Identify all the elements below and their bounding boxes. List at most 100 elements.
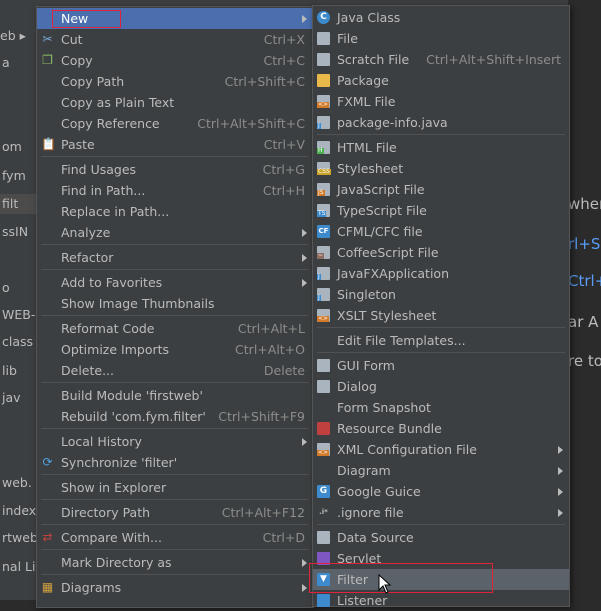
project-tree-item[interactable]: lib xyxy=(0,361,40,381)
menu-separator xyxy=(317,524,565,525)
menu-item-add-to-favorites[interactable]: Add to Favorites xyxy=(37,272,313,293)
submenu-item-google-guice[interactable]: G Google Guice xyxy=(313,481,569,502)
menu-item-find-in-path[interactable]: Find in Path... Ctrl+H xyxy=(37,180,313,201)
project-tree-item[interactable]: a xyxy=(0,53,40,73)
menu-item-delete[interactable]: Delete... Delete xyxy=(37,360,313,381)
scratch-file-icon xyxy=(317,53,330,66)
submenu-item-dialog[interactable]: Dialog xyxy=(313,376,569,397)
submenu-item-singleton[interactable]: J Singleton xyxy=(313,284,569,305)
submenu-item-diagram[interactable]: Diagram xyxy=(313,460,569,481)
menu-item-refactor[interactable]: Refactor xyxy=(37,247,313,268)
submenu-item-xml-configuration-file[interactable]: <> XML Configuration File xyxy=(313,439,569,460)
project-tree-item[interactable]: om xyxy=(0,137,40,157)
submenu-item-resource-bundle[interactable]: Resource Bundle xyxy=(313,418,569,439)
project-tree-item[interactable]: ssIN xyxy=(0,222,40,242)
menu-item-analyze[interactable]: Analyze xyxy=(37,222,313,243)
menu-item-show-in-explorer[interactable]: Show in Explorer xyxy=(37,477,313,498)
paste-icon: 📋 xyxy=(41,137,56,151)
menu-item-new[interactable]: New xyxy=(37,8,313,29)
submenu-item-form-snapshot[interactable]: Form Snapshot xyxy=(313,397,569,418)
menu-separator xyxy=(41,382,309,383)
project-tree-item[interactable]: class xyxy=(0,332,40,352)
submenu-item-coffeescript-file[interactable]: ~ CoffeeScript File xyxy=(313,242,569,263)
menu-separator xyxy=(41,244,309,245)
menu-item-diagrams[interactable]: ▦ Diagrams xyxy=(37,577,313,598)
menu-item-mark-directory-as[interactable]: Mark Directory as xyxy=(37,552,313,573)
submenu-arrow-icon xyxy=(302,584,307,592)
submenu-item-label: CoffeeScript File xyxy=(337,245,439,260)
submenu-item-typescript-file[interactable]: TS TypeScript File xyxy=(313,200,569,221)
submenu-item-label: Stylesheet xyxy=(337,161,404,176)
submenu-item-label: FXML File xyxy=(337,94,396,109)
servlet-icon xyxy=(317,552,330,565)
submenu-item-edit-file-templates[interactable]: Edit File Templates... xyxy=(313,330,569,351)
menu-item-build-module-firstweb[interactable]: Build Module 'firstweb' xyxy=(37,385,313,406)
menu-item-label: Optimize Imports xyxy=(61,342,170,357)
menu-item-copy-reference[interactable]: Copy Reference Ctrl+Alt+Shift+C xyxy=(37,113,313,134)
menu-item-synchronize-filter[interactable]: ⟳ Synchronize 'filter' xyxy=(37,452,313,473)
menu-item-copy[interactable]: ❐ Copy Ctrl+C xyxy=(37,50,313,71)
menu-item-label: Build Module 'firstweb' xyxy=(61,388,203,403)
submenu-item-label: .ignore file xyxy=(337,505,404,520)
submenu-item-data-source[interactable]: Data Source xyxy=(313,527,569,548)
menu-item-copy-path[interactable]: Copy Path Ctrl+Shift+C xyxy=(37,71,313,92)
project-tree-item[interactable]: jav xyxy=(0,388,40,408)
submenu-item-html-file[interactable]: H HTML File xyxy=(313,137,569,158)
project-tree-item[interactable]: fym xyxy=(0,166,40,186)
project-tree-item[interactable]: filt xyxy=(0,194,40,214)
project-tree-item[interactable]: eb ▸ xyxy=(0,26,40,46)
menu-item-show-image-thumbnails[interactable]: Show Image Thumbnails xyxy=(37,293,313,314)
submenu-item-listener[interactable]: Listener xyxy=(313,590,569,611)
submenu-item-file[interactable]: File xyxy=(313,28,569,49)
project-tree-item[interactable]: nal Lib xyxy=(0,557,40,577)
submenu-item-label: Filter xyxy=(337,572,368,587)
submenu-item-javafxapplication[interactable]: J JavaFXApplication xyxy=(313,263,569,284)
submenu-item-servlet[interactable]: Servlet xyxy=(313,548,569,569)
editor-area: wher rl+S Ctrl+ ar A re to xyxy=(568,0,601,600)
stylesheet-icon: CSS xyxy=(317,162,331,175)
project-tree-item[interactable]: WEB-IN xyxy=(0,305,40,325)
submenu-item-label: XML Configuration File xyxy=(337,442,477,457)
menu-separator xyxy=(41,549,309,550)
submenu-item-javascript-file[interactable]: JS JavaScript File xyxy=(313,179,569,200)
menu-item-label: Paste xyxy=(61,137,95,152)
menu-item-cut[interactable]: ✂ Cut Ctrl+X xyxy=(37,29,313,50)
submenu-item-fxml-file[interactable]: <> FXML File xyxy=(313,91,569,112)
menu-item-compare-with[interactable]: ⇄ Compare With... Ctrl+D xyxy=(37,527,313,548)
menu-item-local-history[interactable]: Local History xyxy=(37,431,313,452)
menu-item-rebuild-com-fym-filter[interactable]: Rebuild 'com.fym.filter' Ctrl+Shift+F9 xyxy=(37,406,313,427)
submenu-item-ignore-file[interactable]: .i* .ignore file xyxy=(313,502,569,523)
submenu-item-package[interactable]: Package xyxy=(313,70,569,91)
submenu-item-cfml-cfc-file[interactable]: CF CFML/CFC file xyxy=(313,221,569,242)
editor-text-fragment: re to xyxy=(568,352,601,370)
menu-item-reformat-code[interactable]: Reformat Code Ctrl+Alt+L xyxy=(37,318,313,339)
submenu-item-package-info-java[interactable]: Jpackage-info.java xyxy=(313,112,569,133)
submenu-item-scratch-file[interactable]: Scratch File Ctrl+Alt+Shift+Insert xyxy=(313,49,569,70)
diagram-icon: ▦ xyxy=(41,580,54,594)
menu-item-paste[interactable]: 📋 Paste Ctrl+V xyxy=(37,134,313,155)
submenu-item-label: Edit File Templates... xyxy=(337,333,466,348)
menu-separator xyxy=(41,524,309,525)
submenu-item-filter[interactable]: ▼ Filter xyxy=(313,569,569,590)
submenu-item-label: HTML File xyxy=(337,140,397,155)
gui-form-icon xyxy=(317,359,330,372)
menu-item-find-usages[interactable]: Find Usages Ctrl+G xyxy=(37,159,313,180)
project-tree-item[interactable]: rtweb.i xyxy=(0,528,40,548)
menu-item-replace-in-path[interactable]: Replace in Path... xyxy=(37,201,313,222)
project-tree-item[interactable]: web. xyxy=(0,473,40,493)
menu-item-directory-path[interactable]: Directory Path Ctrl+Alt+F12 xyxy=(37,502,313,523)
submenu-item-java-class[interactable]: C Java Class xyxy=(313,7,569,28)
project-tree-item[interactable]: index.js xyxy=(0,501,40,521)
submenu-item-gui-form[interactable]: GUI Form xyxy=(313,355,569,376)
submenu-item-label: TypeScript File xyxy=(337,203,427,218)
menu-item-copy-as-plain-text[interactable]: Copy as Plain Text xyxy=(37,92,313,113)
submenu-item-xslt-stylesheet[interactable]: <> XSLT Stylesheet xyxy=(313,305,569,326)
project-tree-item[interactable]: o xyxy=(0,278,40,298)
submenu-item-label: Google Guice xyxy=(337,484,421,499)
submenu-item-label: package-info.java xyxy=(337,115,448,130)
submenu-item-label: JavaFXApplication xyxy=(337,266,449,281)
submenu-item-stylesheet[interactable]: CSS Stylesheet xyxy=(313,158,569,179)
menu-item-optimize-imports[interactable]: Optimize Imports Ctrl+Alt+O xyxy=(37,339,313,360)
context-menu: New ✂ Cut Ctrl+X ❐ Copy Ctrl+C Copy Path Ctrl+Sh… xyxy=(36,6,314,608)
menu-item-shortcut: Ctrl+Alt+O xyxy=(235,342,305,357)
